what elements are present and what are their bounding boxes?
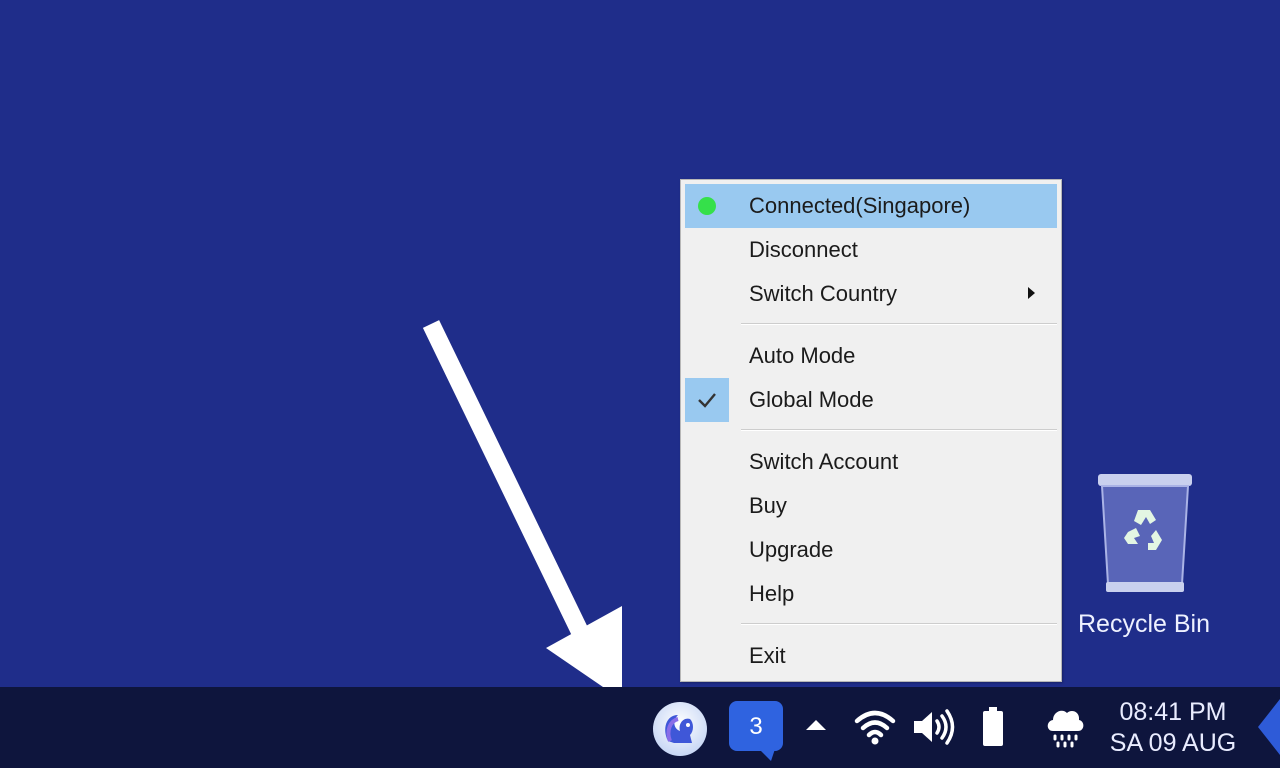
weather-rain-icon[interactable] xyxy=(1044,705,1086,754)
clock-date: SA 09 AUG xyxy=(1109,729,1237,757)
menu-item-label: Switch Account xyxy=(749,449,899,474)
tray-context-menu: Connected(Singapore) Disconnect Switch C… xyxy=(680,179,1062,682)
menu-item-label: Disconnect xyxy=(749,237,858,262)
taskbar: 3 08:41 PM SA 09 AUG xyxy=(0,687,1280,768)
menu-item-label: Exit xyxy=(749,643,786,668)
notification-icon[interactable]: 3 xyxy=(729,701,783,761)
menu-item-label: Buy xyxy=(749,493,787,518)
menu-item-disconnect[interactable]: Disconnect xyxy=(685,228,1057,272)
menu-item-connected[interactable]: Connected(Singapore) xyxy=(685,184,1057,228)
menu-item-upgrade[interactable]: Upgrade xyxy=(685,528,1057,572)
checkmark-icon xyxy=(685,378,729,422)
menu-item-auto-mode[interactable]: Auto Mode xyxy=(685,334,1057,378)
menu-separator xyxy=(741,323,1057,325)
clock-time: 08:41 PM xyxy=(1119,698,1227,726)
menu-item-label: Help xyxy=(749,581,795,606)
show-desktop-corner-icon[interactable] xyxy=(1258,699,1280,755)
notification-count: 3 xyxy=(749,713,763,740)
menu-item-label: Connected(Singapore) xyxy=(749,193,971,218)
menu-item-label: Upgrade xyxy=(749,537,834,562)
connected-status-dot-icon xyxy=(698,197,716,215)
menu-item-switch-country[interactable]: Switch Country xyxy=(685,272,1057,316)
pointer-arrow-overlay xyxy=(422,320,622,700)
wifi-icon[interactable] xyxy=(854,709,896,750)
menu-item-help[interactable]: Help xyxy=(685,572,1057,616)
submenu-arrow-icon xyxy=(1028,287,1035,299)
menu-item-label: Auto Mode xyxy=(749,343,856,368)
menu-item-switch-account[interactable]: Switch Account xyxy=(685,440,1057,484)
taskbar-clock[interactable]: 08:41 PM SA 09 AUG xyxy=(1100,697,1246,759)
menu-item-global-mode[interactable]: Global Mode xyxy=(685,378,1057,422)
menu-separator xyxy=(741,429,1057,431)
menu-item-exit[interactable]: Exit xyxy=(685,634,1057,678)
recycle-bin-desktop-icon[interactable]: Recycle Bin xyxy=(1068,468,1220,648)
recycle-bin-label: Recycle Bin xyxy=(1078,610,1210,638)
volume-icon[interactable] xyxy=(912,707,956,752)
recycle-bin-icon xyxy=(1098,474,1192,592)
menu-item-buy[interactable]: Buy xyxy=(685,484,1057,528)
menu-item-label: Switch Country xyxy=(749,281,897,306)
menu-separator xyxy=(741,623,1057,625)
battery-icon[interactable] xyxy=(981,707,1005,752)
chevron-up-icon[interactable] xyxy=(806,720,826,730)
menu-item-label: Global Mode xyxy=(749,387,874,412)
squirrel-app-icon[interactable] xyxy=(652,701,708,757)
